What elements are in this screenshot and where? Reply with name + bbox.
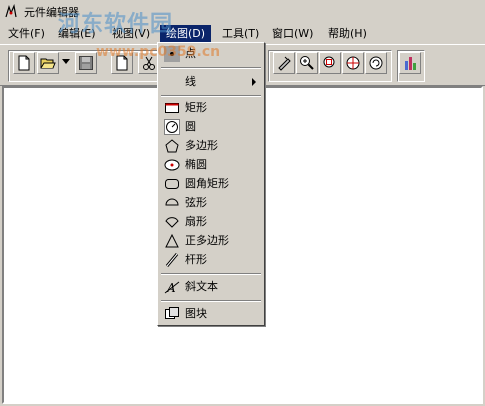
zoom-button[interactable]: [296, 52, 318, 74]
block-icon: [165, 307, 179, 319]
menu-item-circle[interactable]: 圆: [160, 118, 262, 136]
menu-item-circle-label: 圆: [185, 120, 196, 133]
pen-select-button[interactable]: [273, 52, 295, 74]
sector-icon: [165, 217, 179, 228]
open-folder-icon: [40, 58, 56, 69]
save-icon: [79, 56, 93, 70]
save-button[interactable]: [75, 52, 97, 74]
page-icon: [116, 55, 128, 71]
menu-item-block[interactable]: 图块: [160, 305, 262, 323]
zoom-fit-button[interactable]: [319, 52, 341, 74]
open-dropdown-arrow[interactable]: [62, 59, 70, 64]
open-folder-button[interactable]: [37, 52, 59, 74]
submenu-arrow-icon: [252, 78, 256, 86]
menu-help[interactable]: 帮助(H): [322, 25, 373, 42]
slanted-text-icon: A: [164, 281, 180, 295]
menu-tools[interactable]: 工具(T): [216, 25, 265, 42]
menu-bar: 文件(F) 编辑(E) 视图(V) 绘图(D) 工具(T) 窗口(W) 帮助(H…: [0, 24, 485, 43]
menu-item-rod-label: 杆形: [185, 253, 207, 266]
menu-separator: [161, 67, 261, 69]
page-button[interactable]: [111, 52, 133, 74]
menu-file[interactable]: 文件(F): [2, 25, 51, 42]
zoom-icon: [300, 56, 314, 70]
menu-separator: [161, 95, 261, 97]
menu-item-ellipse[interactable]: 椭圆: [160, 156, 262, 174]
menu-separator: [161, 300, 261, 302]
menu-item-polygon-label: 多边形: [185, 139, 218, 152]
point-icon: [164, 46, 180, 62]
menu-item-block-label: 图块: [185, 307, 207, 320]
menu-item-point-label: 点: [185, 47, 196, 60]
menu-view[interactable]: 视图(V): [106, 25, 156, 42]
menu-item-slanted-text-label: 斜文本: [185, 280, 218, 293]
menu-item-polygon[interactable]: 多边形: [160, 137, 262, 155]
menu-edit[interactable]: 编辑(E): [52, 25, 102, 42]
menu-item-sector-label: 扇形: [185, 215, 207, 228]
zoom-fit-icon: [323, 56, 335, 68]
title-bar: 元件编辑器: [0, 0, 485, 22]
draw-menu-dropdown: 点 线 矩形 圆 多边形 椭圆 圆角矩形 弦形 扇形 正多边形 杆形 斜文本 图…: [157, 42, 265, 326]
menu-draw[interactable]: 绘图(D): [160, 25, 212, 42]
rounded-rectangle-icon: [165, 179, 179, 189]
zoom-refresh-button[interactable]: [365, 52, 387, 74]
app-icon: [5, 4, 17, 18]
menu-item-rounded-rectangle[interactable]: 圆角矩形: [160, 175, 262, 193]
polygon-icon: [165, 139, 179, 153]
pen-select-icon: [278, 56, 291, 71]
menu-item-chord[interactable]: 弦形: [160, 194, 262, 212]
menu-item-rectangle[interactable]: 矩形: [160, 99, 262, 117]
menu-item-line-label: 线: [185, 75, 196, 88]
ellipse-icon: [164, 159, 180, 171]
rectangle-icon: [165, 103, 179, 113]
menu-item-sector[interactable]: 扇形: [160, 213, 262, 231]
circle-icon: [164, 119, 180, 135]
target-button[interactable]: [342, 52, 364, 74]
rod-icon: [165, 253, 179, 267]
menu-separator: [161, 273, 261, 275]
menu-item-point[interactable]: 点: [160, 45, 262, 63]
triangle-icon: [165, 233, 179, 248]
new-file-icon: [18, 55, 30, 71]
bar-chart-icon: [405, 57, 416, 70]
menu-item-chord-label: 弦形: [185, 196, 207, 209]
window-title: 元件编辑器: [24, 6, 79, 19]
zoom-refresh-icon: [369, 56, 383, 70]
new-file-button[interactable]: [13, 52, 35, 74]
menu-window[interactable]: 窗口(W): [266, 25, 319, 42]
chord-icon: [165, 198, 179, 206]
bar-chart-button[interactable]: [399, 52, 421, 74]
target-icon: [346, 56, 360, 70]
menu-item-regular-polygon[interactable]: 正多边形: [160, 232, 262, 250]
menu-item-ellipse-label: 椭圆: [185, 158, 207, 171]
app-window: 元件编辑器 文件(F) 编辑(E) 视图(V) 绘图(D) 工具(T) 窗口(W…: [0, 0, 485, 406]
menu-item-rod[interactable]: 杆形: [160, 251, 262, 269]
menu-item-line[interactable]: 线: [160, 73, 262, 91]
menu-item-rectangle-label: 矩形: [185, 101, 207, 114]
menu-item-slanted-text[interactable]: A 斜文本: [160, 278, 262, 296]
menu-item-rounded-rectangle-label: 圆角矩形: [185, 177, 229, 190]
menu-item-regular-polygon-label: 正多边形: [185, 234, 229, 247]
cut-icon: [143, 56, 155, 70]
